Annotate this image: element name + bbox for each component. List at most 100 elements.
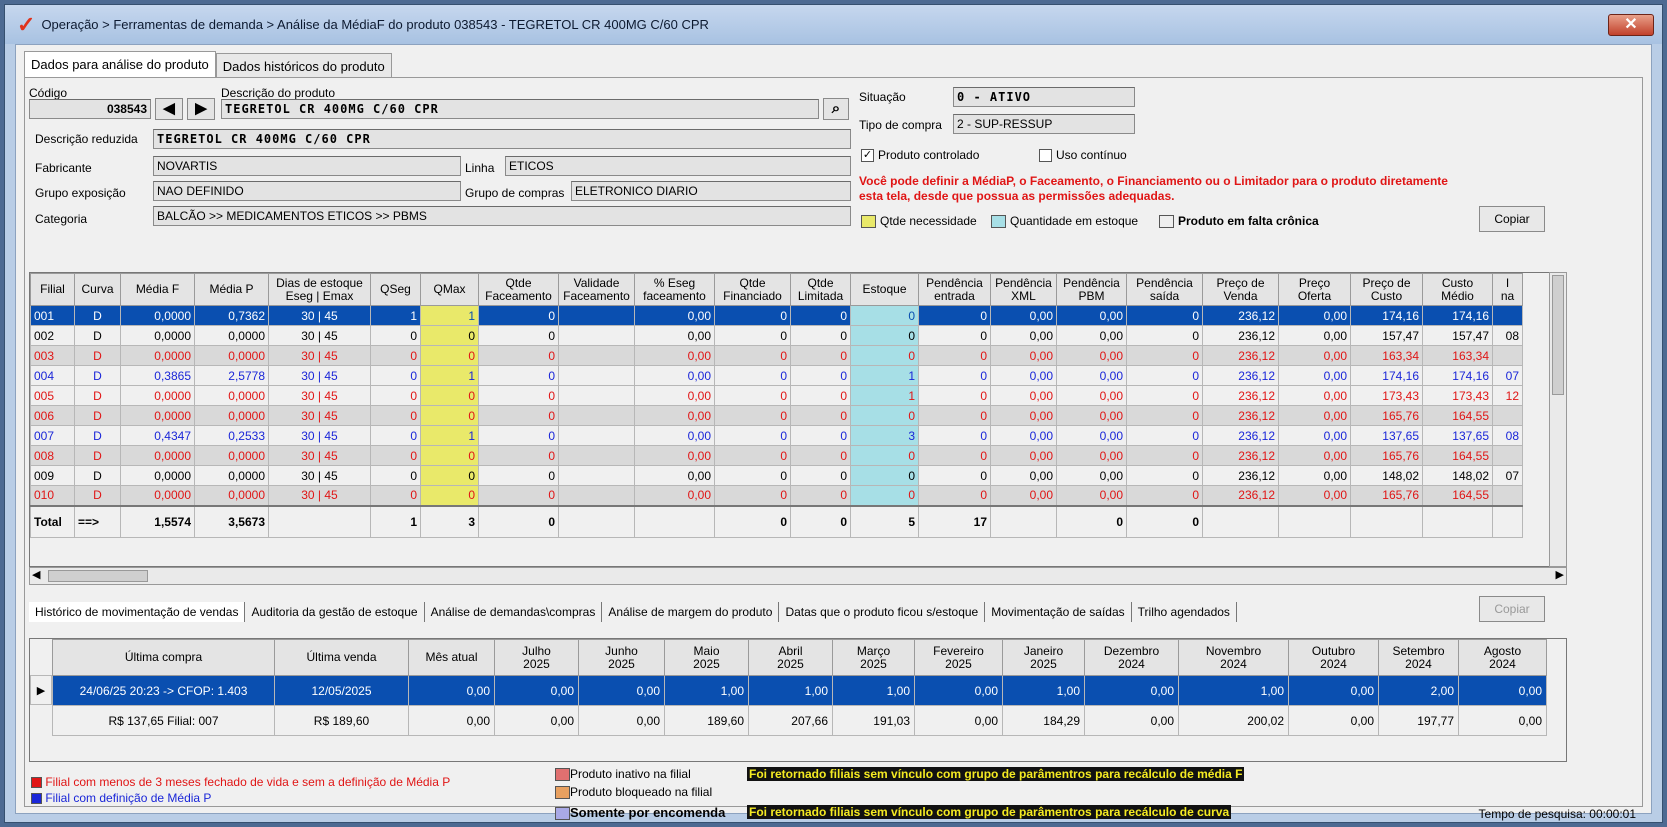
table-cell[interactable]: 0,7362 [194,305,269,326]
table-cell[interactable]: D [74,445,121,466]
table-cell[interactable] [558,345,635,366]
table-cell[interactable]: 0,0000 [120,385,195,406]
table-cell[interactable]: 30 | 45 [268,325,371,346]
table-cell[interactable]: 0 [478,305,559,326]
table-cell[interactable]: 0,00 [1056,425,1127,446]
table-cell[interactable]: 30 | 45 [268,365,371,386]
table-cell[interactable]: 30 | 45 [268,485,371,506]
table-cell[interactable]: 0 [790,445,851,466]
table-cell[interactable]: 137,65 [1422,425,1493,446]
table-cell[interactable]: 157,47 [1422,325,1493,346]
table-cell[interactable]: 0 [1126,465,1203,486]
table-cell[interactable]: 0,0000 [120,485,195,506]
table-cell[interactable] [1492,405,1523,426]
table-cell[interactable] [558,325,635,346]
table-cell[interactable]: 236,12 [1202,385,1279,406]
table-cell[interactable]: 07 [1492,365,1523,386]
table-cell[interactable]: 236,12 [1202,345,1279,366]
table-cell[interactable]: 236,12 [1202,445,1279,466]
table-cell[interactable]: 0 [420,385,479,406]
table-row[interactable]: 010 D 0,0000 0,0000 30 | 45 0 0 0 0,00 0 0 0 0 0,00 0,… [30,485,1523,506]
grid-header[interactable]: Média F [120,273,195,306]
history-cell[interactable]: 191,03 [832,705,915,736]
grid-header[interactable]: QSeg [370,273,421,306]
table-cell[interactable]: 0,00 [1278,445,1351,466]
history-tab[interactable]: Análise de demandas\compras [425,602,603,622]
history-cell[interactable]: 1,00 [664,675,749,706]
table-cell[interactable]: 0,00 [634,405,715,426]
history-cell[interactable]: 2,00 [1378,675,1459,706]
table-cell[interactable]: 0 [1126,445,1203,466]
table-cell[interactable]: 0,00 [990,465,1057,486]
table-cell[interactable]: 0,00 [1056,485,1127,506]
table-cell[interactable]: 236,12 [1202,485,1279,506]
table-cell[interactable]: 236,12 [1202,405,1279,426]
grid-header[interactable]: Qtde Faceamento [478,273,559,306]
table-cell[interactable]: 0 [790,465,851,486]
history-header[interactable]: Outubro 2024 [1288,639,1379,676]
history-cell[interactable]: 0,00 [494,675,579,706]
history-cell[interactable]: 0,00 [578,705,665,736]
table-cell[interactable]: 0 [420,465,479,486]
table-cell[interactable]: 0 [850,485,919,506]
table-cell[interactable]: 0 [850,405,919,426]
table-cell[interactable]: 174,16 [1350,365,1423,386]
table-cell[interactable]: 0 [370,385,421,406]
table-cell[interactable]: 010 [30,485,75,506]
table-cell[interactable]: 0,00 [990,445,1057,466]
grid-header[interactable]: Validade Faceamento [558,273,635,306]
table-cell[interactable]: 173,43 [1350,385,1423,406]
table-cell[interactable]: 0 [370,365,421,386]
table-cell[interactable]: 0,00 [990,325,1057,346]
history-cell[interactable]: R$ 189,60 [274,705,409,736]
grid-header[interactable]: QMax [420,273,479,306]
table-cell[interactable]: 30 | 45 [268,445,371,466]
grupo-compras-field[interactable]: ELETRONICO DIARIO [571,181,851,201]
grid-horizontal-scrollbar[interactable]: ◀ ▶ [29,567,1567,585]
history-header[interactable]: Julho 2025 [494,639,579,676]
history-cell[interactable]: 0,00 [1458,675,1547,706]
grid-header[interactable]: Preço Oferta [1278,273,1351,306]
table-cell[interactable]: 148,02 [1422,465,1493,486]
table-cell[interactable] [1492,485,1523,506]
history-cell[interactable]: 1,00 [1178,675,1289,706]
codigo-field[interactable]: 038543 [29,99,151,119]
table-cell[interactable]: 0 [478,365,559,386]
table-cell[interactable]: 005 [30,385,75,406]
history-cell[interactable]: 189,60 [664,705,749,736]
table-cell[interactable]: 174,16 [1350,305,1423,326]
table-cell[interactable]: 30 | 45 [268,305,371,326]
table-cell[interactable]: 30 | 45 [268,405,371,426]
table-cell[interactable]: 0 [918,345,991,366]
table-cell[interactable]: D [74,365,121,386]
table-cell[interactable]: 0 [790,425,851,446]
history-cell[interactable]: 0,00 [1458,705,1547,736]
table-cell[interactable]: 0,00 [634,445,715,466]
table-cell[interactable]: 0,0000 [194,465,269,486]
history-header[interactable]: Fevereiro 2025 [914,639,1003,676]
table-cell[interactable]: 0 [420,325,479,346]
table-cell[interactable]: 0,2533 [194,425,269,446]
history-header[interactable]: Agosto 2024 [1458,639,1547,676]
desc-reduzida-field[interactable]: TEGRETOL CR 400MG C/60 CPR [153,129,851,149]
grid-header[interactable]: Pendência entrada [918,273,991,306]
table-cell[interactable]: 1 [420,365,479,386]
table-cell[interactable]: 0 [478,425,559,446]
grid-header[interactable]: Pendência XML [990,273,1057,306]
table-cell[interactable]: 0 [714,345,791,366]
grid-header[interactable]: Estoque [850,273,919,306]
table-cell[interactable]: 0 [1126,305,1203,326]
table-cell[interactable]: 12 [1492,385,1523,406]
table-cell[interactable]: 0 [420,405,479,426]
table-cell[interactable]: 0,00 [1278,485,1351,506]
table-cell[interactable]: 0 [918,325,991,346]
uso-continuo-checkbox[interactable]: Uso contínuo [1039,148,1127,162]
table-cell[interactable]: 0 [790,345,851,366]
table-cell[interactable]: 0 [918,465,991,486]
table-cell[interactable]: 004 [30,365,75,386]
table-cell[interactable]: 0 [370,465,421,486]
table-cell[interactable]: D [74,465,121,486]
history-cell[interactable]: 200,02 [1178,705,1289,736]
table-cell[interactable]: 006 [30,405,75,426]
table-cell[interactable]: 165,76 [1350,485,1423,506]
